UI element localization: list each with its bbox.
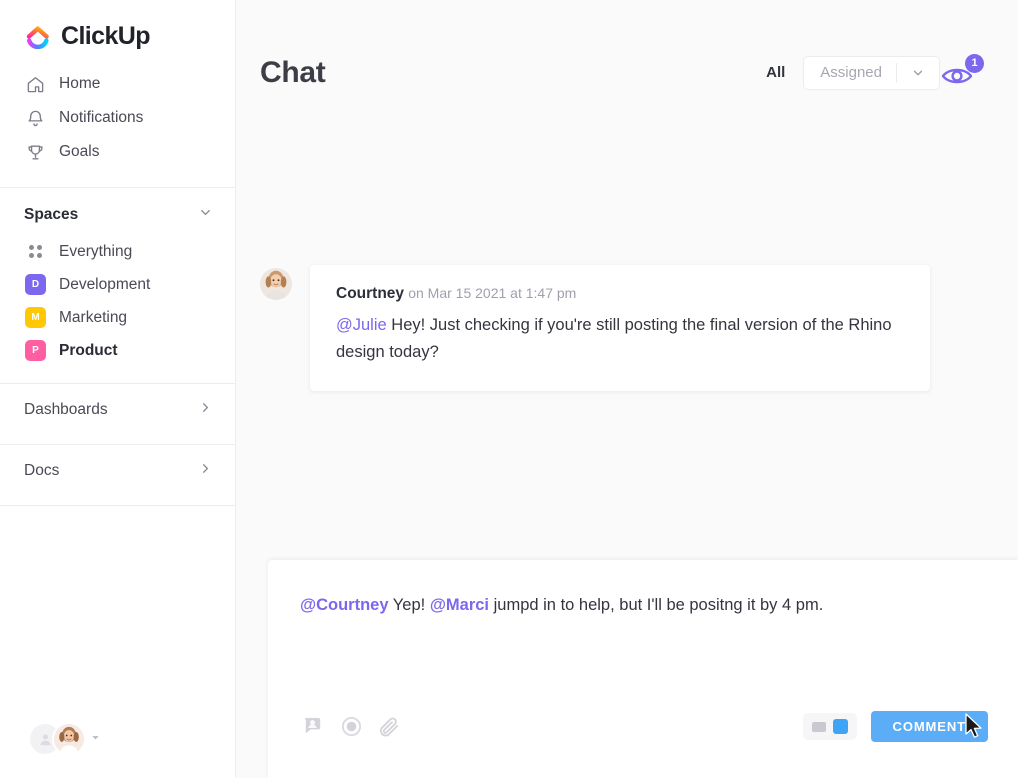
watchers-button[interactable]: 1 bbox=[940, 53, 984, 93]
mention-marci[interactable]: @Marci bbox=[430, 596, 489, 614]
sidebar-item-dashboards[interactable]: Dashboards bbox=[0, 384, 235, 436]
comment-composer: @Courtney Yep! @Marci jumpd in to help, … bbox=[268, 560, 1018, 778]
assign-comment-icon[interactable] bbox=[300, 714, 326, 740]
sidebar: ClickUp Home Notifications Goals Spaces … bbox=[0, 0, 236, 778]
view-toggle-icon[interactable] bbox=[802, 713, 857, 740]
mention-julie[interactable]: @Julie bbox=[336, 316, 387, 334]
space-label: Everything bbox=[59, 242, 133, 260]
space-label: Marketing bbox=[59, 308, 128, 326]
sidebar-item-development[interactable]: D Development bbox=[0, 268, 235, 301]
user-menu[interactable] bbox=[0, 722, 235, 778]
composer-mid-text: Yep! bbox=[388, 596, 430, 614]
chevron-right-icon[interactable] bbox=[198, 461, 213, 481]
chevron-down-icon[interactable] bbox=[897, 66, 939, 80]
mention-courtney[interactable]: @Courtney bbox=[300, 596, 389, 614]
message-header: Courtney on Mar 15 2021 at 1:47 pm bbox=[336, 285, 904, 303]
space-badge-icon: M bbox=[25, 307, 46, 328]
trophy-icon bbox=[25, 142, 45, 162]
clickup-logo-icon bbox=[24, 23, 52, 51]
sidebar-item-product[interactable]: P Product bbox=[0, 334, 235, 367]
spaces-header[interactable]: Spaces bbox=[0, 188, 235, 235]
list-label: Dashboards bbox=[24, 401, 108, 418]
message-timestamp: on Mar 15 2021 at 1:47 pm bbox=[408, 285, 577, 301]
toggle-segment-left bbox=[811, 721, 826, 732]
message-card: Courtney on Mar 15 2021 at 1:47 pm @Juli… bbox=[310, 265, 930, 392]
caret-down-icon[interactable] bbox=[90, 730, 101, 748]
sidebar-item-label: Home bbox=[59, 75, 101, 92]
tab-all[interactable]: All bbox=[766, 64, 785, 81]
message-body: @Julie Hey! Just checking if you're stil… bbox=[336, 312, 904, 365]
composer-spacer bbox=[300, 619, 988, 711]
sidebar-item-notifications[interactable]: Notifications bbox=[0, 101, 235, 135]
home-icon bbox=[25, 74, 45, 94]
space-label: Development bbox=[59, 275, 151, 293]
message-list: Courtney on Mar 15 2021 at 1:47 pm @Juli… bbox=[236, 265, 1018, 392]
record-icon[interactable] bbox=[338, 714, 364, 740]
sidebar-item-label: Goals bbox=[59, 143, 100, 160]
message-text: Hey! Just checking if you're still posti… bbox=[336, 316, 892, 361]
bell-icon bbox=[25, 108, 45, 128]
spaces-title: Spaces bbox=[24, 206, 79, 223]
avatar bbox=[52, 722, 86, 756]
primary-nav: Home Notifications Goals bbox=[0, 51, 235, 179]
sidebar-item-docs[interactable]: Docs bbox=[0, 445, 235, 497]
composer-input[interactable]: @Courtney Yep! @Marci jumpd in to help, … bbox=[300, 592, 988, 619]
attachment-icon[interactable] bbox=[376, 714, 402, 740]
message-author: Courtney bbox=[336, 285, 405, 302]
spaces-list: Everything D Development M Marketing P P… bbox=[0, 235, 235, 367]
sidebar-item-everything[interactable]: Everything bbox=[0, 235, 235, 268]
chevron-right-icon[interactable] bbox=[198, 400, 213, 420]
chevron-down-icon[interactable] bbox=[198, 205, 213, 225]
message-item: Courtney on Mar 15 2021 at 1:47 pm @Juli… bbox=[260, 265, 984, 392]
app-root: ClickUp Home Notifications Goals Spaces … bbox=[0, 0, 1018, 778]
list-label: Docs bbox=[24, 462, 60, 479]
composer-tail-text: jumpd in to help, but I'll be positng it… bbox=[489, 596, 824, 614]
sidebar-item-label: Notifications bbox=[59, 109, 144, 126]
sidebar-item-marketing[interactable]: M Marketing bbox=[0, 301, 235, 334]
main-panel: Chat All Assigned 1 Courtney on Mar 15 2… bbox=[236, 0, 1018, 778]
toggle-segment-right bbox=[832, 719, 848, 734]
sidebar-item-home[interactable]: Home bbox=[0, 67, 235, 101]
space-label: Product bbox=[59, 341, 118, 359]
composer-toolbar: COMMENT bbox=[300, 711, 988, 778]
watchers-badge: 1 bbox=[965, 53, 984, 73]
brand-logo[interactable]: ClickUp bbox=[0, 0, 235, 51]
page-title: Chat bbox=[260, 55, 326, 89]
grid-dots-icon bbox=[25, 241, 46, 262]
page-header: Chat All Assigned 1 bbox=[236, 0, 1018, 145]
avatar bbox=[260, 268, 292, 300]
assigned-filter-value: Assigned bbox=[820, 64, 882, 81]
brand-name: ClickUp bbox=[61, 22, 150, 50]
sidebar-item-goals[interactable]: Goals bbox=[0, 135, 235, 169]
space-badge-icon: D bbox=[25, 274, 46, 295]
space-badge-icon: P bbox=[25, 340, 46, 361]
assigned-filter-dropdown[interactable]: Assigned bbox=[803, 55, 940, 90]
avatar-stack bbox=[28, 722, 86, 756]
comment-button[interactable]: COMMENT bbox=[870, 711, 988, 742]
